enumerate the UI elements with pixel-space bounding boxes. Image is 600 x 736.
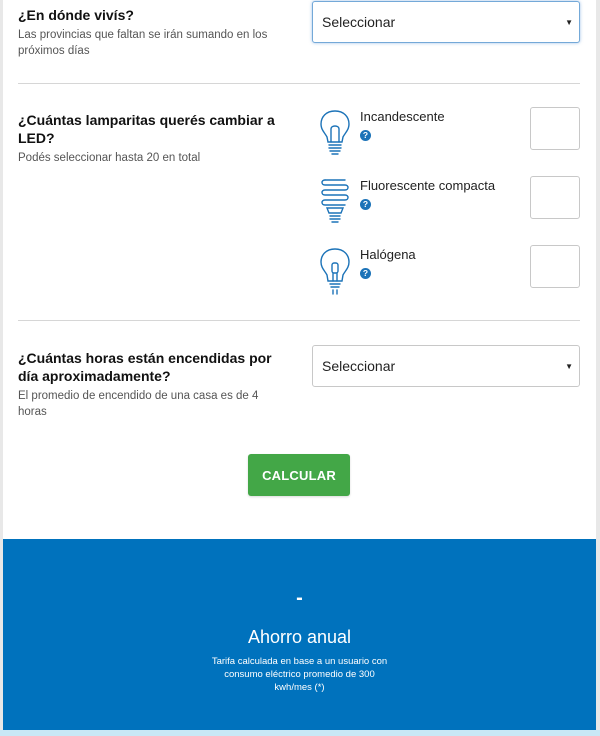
bottom-strip bbox=[0, 730, 600, 736]
incandescent-bulb-icon bbox=[320, 110, 350, 155]
tariff-note: Tarifa calculada en base a un usuario co… bbox=[211, 656, 388, 693]
province-select-value: Seleccionar bbox=[322, 14, 396, 30]
help-icon[interactable]: ? bbox=[360, 130, 371, 141]
cfl-bulb-icon bbox=[321, 179, 349, 223]
lamp-label: Incandescente bbox=[360, 109, 445, 124]
lamp-row-cfl: Fluorescente compacta ? bbox=[318, 176, 580, 223]
help-icon[interactable]: ? bbox=[360, 199, 371, 210]
lamps-help: Podés seleccionar hasta 20 en total bbox=[18, 152, 201, 164]
divider bbox=[18, 83, 580, 84]
lamp-row-incandescent: Incandescente ? bbox=[318, 107, 580, 155]
hours-help: El promedio de encendido de una casa es … bbox=[18, 390, 259, 418]
lamps-title: ¿Cuántas lamparitas querés cambiar a LED… bbox=[18, 112, 275, 146]
lamp-label: Fluorescente compacta bbox=[360, 178, 496, 193]
hours-title: ¿Cuántas horas están encendidas por día … bbox=[18, 350, 272, 384]
halogen-bulb-icon bbox=[320, 248, 350, 295]
chevron-down-icon: ▼ bbox=[565, 362, 573, 371]
savings-result-panel: - Ahorro anual Tarifa calculada en base … bbox=[3, 539, 596, 730]
lamp-label: Halógena bbox=[360, 247, 416, 262]
chevron-down-icon: ▼ bbox=[565, 18, 573, 27]
page-border-right bbox=[596, 0, 600, 736]
divider bbox=[18, 320, 580, 321]
province-select[interactable]: Seleccionar ▼ bbox=[312, 1, 580, 43]
lamp-row-halogen: Halógena ? bbox=[318, 245, 580, 295]
incandescent-quantity-input[interactable] bbox=[530, 107, 580, 150]
annual-savings-title: Ahorro anual bbox=[247, 627, 352, 647]
calculate-button[interactable]: CALCULAR bbox=[248, 454, 350, 496]
help-icon[interactable]: ? bbox=[360, 268, 371, 279]
hours-select[interactable]: Seleccionar ▼ bbox=[312, 345, 580, 387]
cfl-quantity-input[interactable] bbox=[530, 176, 580, 219]
halogen-quantity-input[interactable] bbox=[530, 245, 580, 288]
annual-savings-value: - bbox=[296, 587, 303, 609]
hours-select-value: Seleccionar bbox=[322, 358, 396, 374]
location-help: Las provincias que faltan se irán sumand… bbox=[18, 29, 268, 57]
